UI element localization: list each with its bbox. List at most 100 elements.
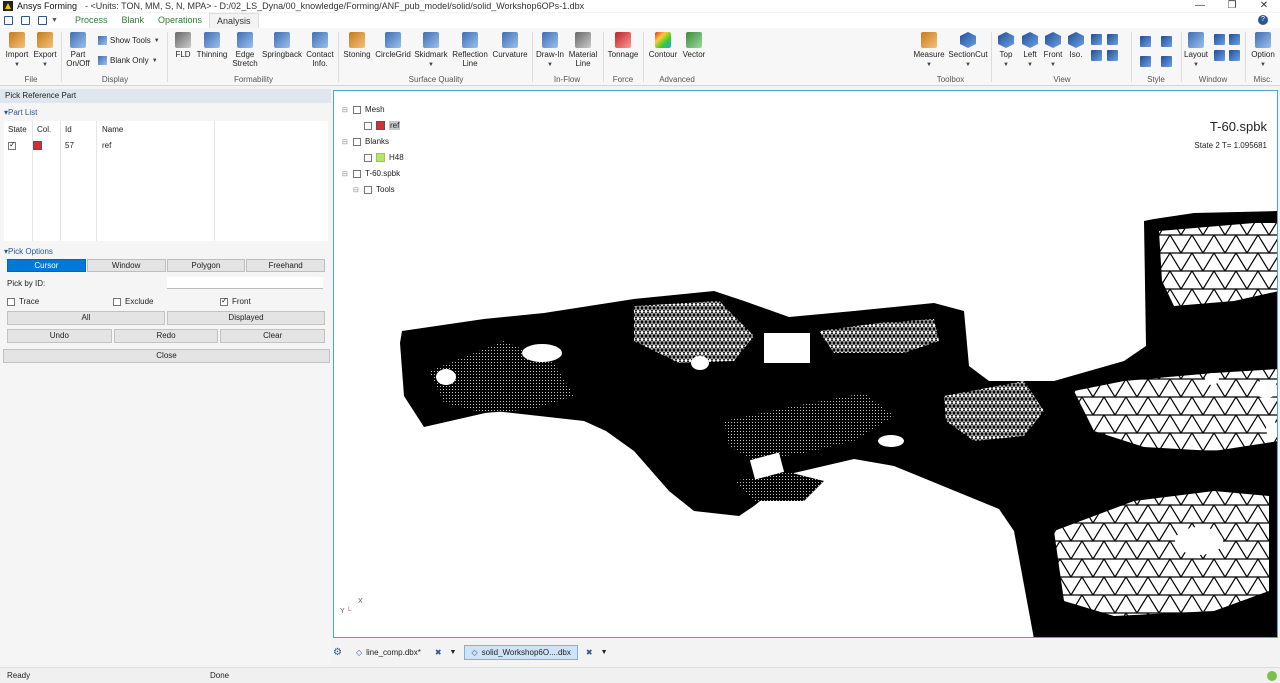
view-front-button[interactable]: Front ▼ bbox=[1042, 32, 1064, 70]
column-header-id[interactable]: Id bbox=[65, 125, 72, 134]
column-header-name[interactable]: Name bbox=[102, 125, 123, 134]
pick-mode-polygon[interactable]: Polygon bbox=[166, 259, 246, 272]
circlegrid-button[interactable]: CircleGrid bbox=[375, 32, 411, 59]
undo-button[interactable]: Undo bbox=[7, 329, 112, 343]
single-view-icon[interactable] bbox=[1229, 50, 1240, 61]
tab-dropdown-icon[interactable]: ▼ bbox=[601, 649, 608, 656]
pan-icon[interactable] bbox=[1107, 34, 1118, 45]
save-icon[interactable] bbox=[21, 16, 30, 25]
doc-tab-solid-workshop[interactable]: ◇ solid_Workshop6O....dbx bbox=[464, 644, 578, 660]
column-header-color[interactable]: Col. bbox=[37, 125, 51, 134]
springback-button[interactable]: Springback bbox=[261, 32, 303, 59]
tree-node-blanks[interactable]: ⊟ Blanks bbox=[342, 137, 389, 146]
tonnage-button[interactable]: Tonnage bbox=[606, 32, 640, 59]
rotate-icon[interactable] bbox=[1091, 34, 1102, 45]
thinning-button[interactable]: Thinning bbox=[196, 32, 228, 59]
checkbox-unchecked-icon[interactable] bbox=[353, 105, 361, 114]
all-button[interactable]: All bbox=[7, 311, 165, 325]
pick-mode-cursor[interactable]: Cursor bbox=[7, 259, 86, 272]
tree-node-ref[interactable]: ref bbox=[353, 121, 401, 130]
curvature-button[interactable]: Curvature bbox=[491, 32, 529, 59]
edge-stretch-button[interactable]: Edge Stretch bbox=[231, 32, 259, 68]
help-icon[interactable]: ? bbox=[1258, 15, 1268, 25]
exclude-checkbox[interactable]: Exclude bbox=[113, 297, 153, 306]
tree-node-mesh[interactable]: ⊟ Mesh bbox=[342, 105, 385, 114]
vector-button[interactable]: Vector bbox=[681, 32, 707, 59]
collapse-icon[interactable]: ⊟ bbox=[353, 186, 360, 194]
column-header-state[interactable]: State bbox=[8, 125, 27, 134]
clear-button[interactable]: Clear bbox=[220, 329, 326, 343]
view-top-button[interactable]: Top ▼ bbox=[995, 32, 1017, 70]
part-onoff-button[interactable]: Part On/Off bbox=[64, 32, 92, 68]
part-state-checkbox[interactable] bbox=[8, 140, 16, 150]
doc-list-icon[interactable]: ⚙ bbox=[333, 647, 342, 658]
tab-operations[interactable]: Operations bbox=[151, 13, 209, 28]
tree-node-spbk[interactable]: ⊟ T-60.spbk bbox=[342, 169, 400, 178]
contour-button[interactable]: Contour bbox=[646, 32, 680, 59]
tree-node-h48[interactable]: H48 bbox=[353, 153, 404, 162]
checkbox-unchecked-icon[interactable] bbox=[353, 137, 361, 146]
style-wireframe-icon[interactable] bbox=[1161, 36, 1172, 47]
doc-tab-line-comp[interactable]: ◇ line_comp.dbx* bbox=[350, 646, 427, 659]
sectioncut-button[interactable]: SectionCut ▼ bbox=[947, 32, 989, 70]
pick-mode-window[interactable]: Window bbox=[86, 259, 166, 272]
window-icon[interactable] bbox=[38, 16, 47, 25]
fit-icon[interactable] bbox=[1091, 50, 1102, 61]
view-iso-button[interactable]: Iso. bbox=[1066, 32, 1086, 59]
pick-options-header[interactable]: Pick Options bbox=[4, 247, 53, 256]
front-checkbox[interactable]: Front bbox=[220, 296, 251, 306]
pick-by-id-input[interactable] bbox=[167, 277, 323, 289]
checkbox-unchecked-icon[interactable] bbox=[353, 169, 361, 178]
collapse-icon[interactable]: ⊟ bbox=[342, 106, 349, 114]
tree-node-tools[interactable]: ⊟ Tools bbox=[353, 185, 395, 194]
checkbox-unchecked-icon[interactable] bbox=[364, 185, 372, 194]
fld-button[interactable]: FLD bbox=[172, 32, 194, 59]
tab-blank[interactable]: Blank bbox=[114, 13, 151, 28]
export-button[interactable]: Export ▼ bbox=[32, 32, 58, 70]
tile-vertical-icon[interactable] bbox=[1229, 34, 1240, 45]
style-hidden-icon[interactable] bbox=[1161, 56, 1172, 67]
quick-access-dropdown-icon[interactable]: ▼ bbox=[51, 17, 58, 24]
material-line-button[interactable]: Material Line bbox=[567, 32, 599, 68]
3d-viewport[interactable]: ⊟ Mesh ref ⊟ Blanks H48 ⊟ T-60.spbk ⊟ To… bbox=[333, 90, 1278, 638]
close-tab-icon[interactable]: ✖ bbox=[586, 648, 593, 657]
contact-info-button[interactable]: Contact Info. bbox=[305, 32, 335, 68]
import-button[interactable]: Import ▼ bbox=[5, 32, 29, 70]
cascade-icon[interactable] bbox=[1214, 50, 1225, 61]
collapse-icon[interactable]: ⊟ bbox=[342, 138, 349, 146]
tab-dropdown-icon[interactable]: ▼ bbox=[450, 649, 457, 656]
draw-in-button[interactable]: Draw-In ▼ bbox=[535, 32, 565, 70]
layout-button[interactable]: Layout ▼ bbox=[1184, 32, 1208, 70]
tab-analysis[interactable]: Analysis bbox=[209, 12, 259, 29]
measure-button[interactable]: Measure ▼ bbox=[912, 32, 946, 70]
close-window-button[interactable]: ✕ bbox=[1248, 0, 1280, 12]
close-tab-icon[interactable]: ✖ bbox=[435, 648, 442, 657]
part-list-header[interactable]: Part List bbox=[4, 108, 37, 117]
blank-only-button[interactable]: Blank Only ▼ bbox=[98, 56, 158, 65]
collapse-icon[interactable]: ⊟ bbox=[342, 170, 349, 178]
style-edges-icon[interactable] bbox=[1140, 56, 1151, 67]
checkbox-unchecked-icon[interactable] bbox=[364, 121, 372, 130]
grid-icon[interactable] bbox=[4, 16, 13, 25]
style-shaded-icon[interactable] bbox=[1140, 36, 1151, 47]
part-color-swatch[interactable] bbox=[33, 141, 42, 152]
redo-button[interactable]: Redo bbox=[113, 329, 219, 343]
part-name[interactable]: ref bbox=[102, 141, 111, 150]
displayed-button[interactable]: Displayed bbox=[167, 311, 325, 325]
show-tools-button[interactable]: Show Tools ▼ bbox=[98, 36, 160, 45]
tab-process[interactable]: Process bbox=[68, 13, 115, 28]
option-button[interactable]: Option ▼ bbox=[1248, 32, 1278, 70]
close-panel-button[interactable]: Close bbox=[3, 349, 330, 363]
minimize-button[interactable]: — bbox=[1184, 0, 1216, 12]
reflection-line-button[interactable]: Reflection Line bbox=[451, 32, 489, 68]
trace-checkbox[interactable]: Trace bbox=[7, 297, 39, 306]
skidmark-button[interactable]: Skidmark ▼ bbox=[413, 32, 449, 70]
pick-mode-freehand[interactable]: Freehand bbox=[246, 259, 325, 272]
view-left-button[interactable]: Left ▼ bbox=[1019, 32, 1041, 70]
tile-horizontal-icon[interactable] bbox=[1214, 34, 1225, 45]
mesh-model-render[interactable] bbox=[334, 91, 1278, 638]
zoom-icon[interactable] bbox=[1107, 50, 1118, 61]
stoning-button[interactable]: Stoning bbox=[342, 32, 372, 59]
maximize-button[interactable]: ❐ bbox=[1216, 0, 1248, 12]
checkbox-unchecked-icon[interactable] bbox=[364, 153, 372, 162]
